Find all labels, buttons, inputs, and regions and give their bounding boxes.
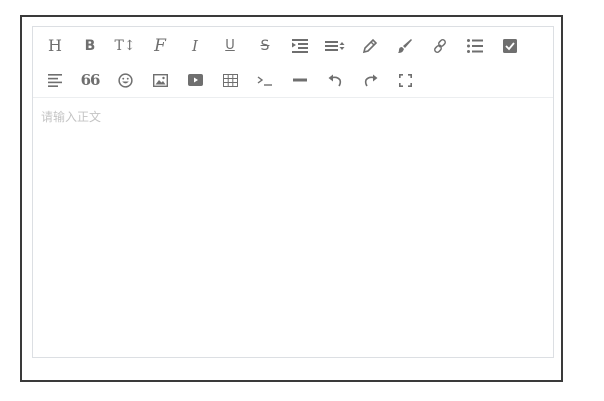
link-icon [434, 39, 446, 53]
bold-icon: B [84, 38, 96, 54]
code-icon [257, 76, 272, 86]
text-color-button[interactable] [358, 34, 382, 58]
link-button[interactable] [428, 34, 452, 58]
italic-icon: I [192, 37, 198, 55]
justify-button[interactable] [43, 68, 67, 92]
font-family-icon: F [154, 36, 166, 56]
indent-icon [292, 39, 308, 53]
table-button[interactable] [218, 68, 242, 92]
heading-button[interactable]: H [43, 34, 67, 58]
emoticon-button[interactable] [113, 68, 137, 92]
strikethrough-icon: S [260, 38, 270, 54]
fullscreen-icon [398, 73, 412, 87]
heading-icon: H [48, 36, 62, 55]
underline-button[interactable]: U [218, 34, 242, 58]
bold-button[interactable]: B [78, 34, 102, 58]
undo-icon [328, 74, 341, 86]
list-button[interactable] [463, 34, 487, 58]
divider-button[interactable] [288, 68, 312, 92]
table-icon [222, 73, 238, 87]
quote-button[interactable]: 66 [78, 68, 102, 92]
brush-icon [398, 39, 412, 53]
rich-text-editor: H B T↕ F I U S 66 请输入正文 [32, 26, 554, 358]
italic-button[interactable]: I [183, 34, 207, 58]
line-height-button[interactable] [323, 34, 347, 58]
fullscreen-button[interactable] [393, 68, 417, 92]
horizontal-rule-icon [293, 78, 307, 82]
quote-icon: 66 [80, 71, 101, 89]
strikethrough-button[interactable]: S [253, 34, 277, 58]
video-button[interactable] [183, 68, 207, 92]
content-placeholder: 请输入正文 [41, 110, 102, 124]
align-left-icon [48, 73, 62, 87]
editor-toolbar: H B T↕ F I U S 66 [33, 27, 553, 98]
list-icon [467, 39, 483, 53]
todo-button[interactable] [498, 34, 522, 58]
smiley-icon [117, 72, 133, 88]
underline-icon: U [225, 38, 235, 53]
redo-icon [364, 74, 377, 86]
font-size-button[interactable]: T↕ [113, 34, 137, 58]
code-button[interactable] [253, 68, 277, 92]
video-icon [187, 74, 203, 86]
line-height-icon [325, 41, 345, 51]
page-frame: H B T↕ F I U S 66 请输入正文 [20, 15, 563, 382]
undo-button[interactable] [323, 68, 347, 92]
font-family-button[interactable]: F [148, 34, 172, 58]
font-size-icon: T↕ [114, 38, 136, 54]
checkbox-icon [503, 39, 517, 53]
pencil-icon [362, 38, 378, 54]
editor-content-area[interactable]: 请输入正文 [33, 98, 553, 358]
indent-button[interactable] [288, 34, 312, 58]
background-color-button[interactable] [393, 34, 417, 58]
image-icon [152, 73, 168, 87]
redo-button[interactable] [358, 68, 382, 92]
image-button[interactable] [148, 68, 172, 92]
